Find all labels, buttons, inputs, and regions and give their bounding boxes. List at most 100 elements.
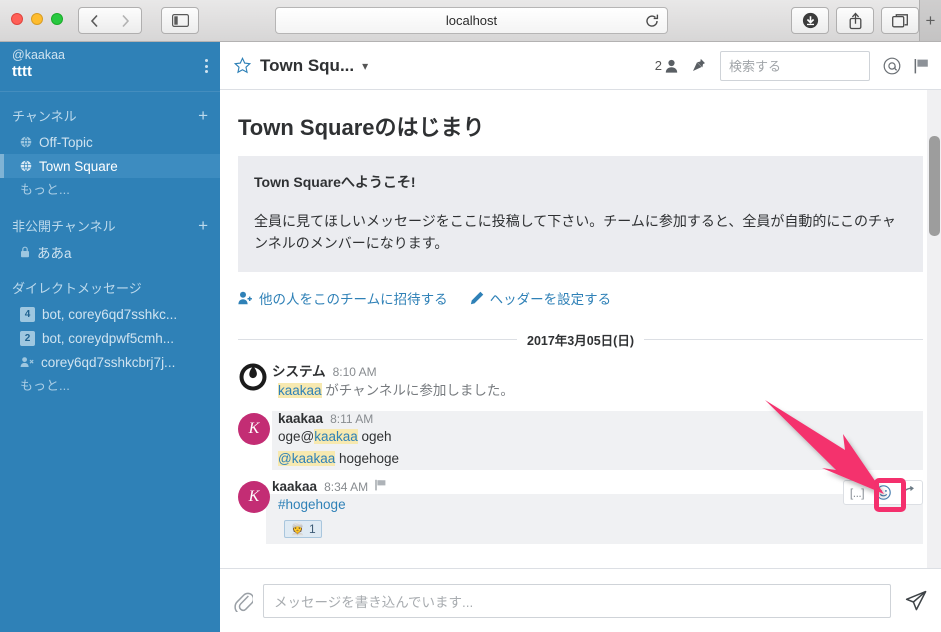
post-message: @kaakaa hogehoge — [272, 448, 923, 470]
minimize-window-button[interactable] — [31, 13, 43, 25]
post-message: #hogehoge — [266, 494, 923, 516]
at-mention-icon[interactable] — [883, 57, 901, 75]
channel-header: Town Squ... ▾ 2 検索する — [220, 42, 941, 90]
set-header-link[interactable]: ヘッダーを設定する — [470, 288, 612, 308]
sidebar-item-dm-3[interactable]: corey6qd7sshkcbrj7j... — [0, 350, 220, 374]
new-tab-button[interactable]: + — [919, 0, 941, 41]
forward-arrow-icon — [121, 14, 129, 27]
sidebar-item-label: Off-Topic — [39, 134, 93, 150]
back-button[interactable] — [78, 7, 110, 34]
forward-button[interactable] — [109, 7, 142, 34]
post-message-text: ogeh — [357, 429, 392, 444]
sidebar-more-channels[interactable]: もっと... — [0, 178, 220, 202]
sidebar-section-title: 非公開チャンネル — [12, 218, 116, 234]
channel-intro-body: 全員に見てほしいメッセージをここに投稿して下さい。チームに参加すると、全員が自動… — [254, 213, 896, 251]
channel-intro-actions: 他の人をこのチームに招待する ヘッダーを設定する — [238, 288, 923, 322]
mention-token[interactable]: kaakaa — [278, 383, 322, 398]
sidebar-item-dm-2[interactable]: 2 bot, coreydpwf5cmh... — [0, 326, 220, 350]
tab-overview-button[interactable] — [881, 7, 919, 34]
add-channel-button[interactable]: + — [198, 107, 208, 124]
maximize-window-button[interactable] — [51, 13, 63, 25]
channel-intro-welcome: Town Squareへようこそ! — [254, 174, 416, 190]
dm-offline-icon — [20, 357, 34, 367]
sidebar-team-name: tttt — [12, 63, 32, 80]
share-button[interactable] — [836, 7, 874, 34]
more-actions-button[interactable]: [...] — [844, 481, 870, 504]
main-panel: Town Squ... ▾ 2 検索する Town Squareのはじまり To… — [220, 42, 941, 632]
downloads-button[interactable] — [791, 7, 829, 34]
sidebar-section-channels: チャンネル + — [0, 100, 220, 130]
post-body: システム 8:10 AM kaakaa がチャンネルに参加しました。 — [272, 360, 923, 402]
post-author: システム — [272, 364, 326, 379]
chevron-down-icon[interactable]: ▾ — [362, 59, 368, 73]
member-count: 2 — [654, 58, 662, 73]
post-timestamp: 8:11 AM — [330, 412, 374, 426]
pencil-icon — [470, 291, 483, 305]
send-icon[interactable] — [905, 590, 927, 612]
post-header: kaakaa 8:34 AM — [272, 479, 923, 494]
channel-title[interactable]: Town Squ... — [260, 56, 354, 76]
browser-chrome: localhost + — [0, 0, 941, 42]
channel-intro: Town Squareのはじまり Town Squareへようこそ! 全員に見て… — [220, 90, 941, 322]
post-header: システム 8:10 AM — [272, 360, 923, 380]
team-header[interactable]: @kaakaa tttt — [0, 42, 220, 92]
divider-line — [644, 339, 923, 340]
post-reactions: 👳 1 — [266, 516, 923, 544]
reaction-emoji: 👳 — [290, 522, 305, 536]
mention-token[interactable]: kaakaa — [314, 429, 358, 444]
globe-icon — [20, 136, 32, 148]
highlight-box — [874, 478, 906, 512]
avatar — [238, 360, 272, 402]
reaction-count: 1 — [308, 522, 316, 536]
post-body: kaakaa 8:11 AM oge@kaakaa ogeh @kaakaa h… — [272, 411, 923, 470]
add-private-channel-button[interactable]: + — [198, 217, 208, 234]
flag-icon[interactable] — [375, 479, 386, 491]
add-user-icon — [238, 291, 252, 305]
message-compose-bar: メッセージを書き込んでいます... — [220, 568, 941, 632]
sidebar-item-label: corey6qd7sshkcbrj7j... — [41, 354, 176, 370]
sidebar-user-handle: @kaakaa — [12, 48, 65, 62]
search-input[interactable]: 検索する — [720, 50, 870, 81]
post-list[interactable]: Town Squareのはじまり Town Squareへようこそ! 全員に見て… — [220, 90, 941, 590]
kebab-menu-icon[interactable] — [205, 59, 208, 73]
post-message: kaakaa がチャンネルに参加しました。 — [272, 380, 923, 402]
avatar-initial: K — [238, 481, 270, 513]
set-header-label: ヘッダーを設定する — [489, 292, 612, 307]
post-row-system: システム 8:10 AM kaakaa がチャンネルに参加しました。 — [220, 355, 941, 406]
search-placeholder: 検索する — [729, 59, 782, 74]
message-input[interactable]: メッセージを書き込んでいます... — [263, 583, 891, 618]
channel-intro-title: Town Squareのはじまり — [238, 115, 485, 140]
reaction-chip[interactable]: 👳 1 — [284, 520, 322, 538]
pin-icon[interactable] — [692, 58, 706, 74]
date-separator: 2017年3月05日(日) — [238, 322, 923, 349]
avatar-initial: K — [238, 413, 270, 445]
sidebar-item-off-topic[interactable]: Off-Topic — [0, 130, 220, 154]
post-list-scrollbar-thumb[interactable] — [929, 136, 940, 236]
flag-icon[interactable] — [914, 58, 929, 74]
sidebar-item-label: Town Square — [39, 158, 118, 174]
star-icon[interactable] — [234, 57, 251, 74]
member-icon[interactable] — [665, 59, 678, 73]
close-window-button[interactable] — [11, 13, 23, 25]
sidebar-more-dms[interactable]: もっと... — [0, 374, 220, 398]
mention-token[interactable]: @kaakaa — [278, 451, 336, 466]
channel-intro-box: Town Squareへようこそ! 全員に見てほしいメッセージをここに投稿して下… — [238, 156, 923, 272]
mattermost-logo-icon — [239, 363, 267, 391]
post-message-text: hogehoge — [335, 451, 400, 466]
post-list-scrollbar-track[interactable] — [927, 90, 941, 590]
sidebar-toggle-button[interactable] — [161, 7, 199, 34]
post-author: kaakaa — [272, 479, 318, 494]
sidebar-item-dm-1[interactable]: 4 bot, corey6qd7sshkc... — [0, 302, 220, 326]
unread-badge: 4 — [20, 306, 35, 322]
paperclip-icon[interactable] — [234, 590, 253, 612]
sidebar-item-town-square[interactable]: Town Square — [0, 154, 220, 178]
message-input-placeholder: メッセージを書き込んでいます... — [274, 594, 474, 610]
sidebar-item-private-aaa[interactable]: ああа — [0, 240, 220, 264]
lock-icon — [21, 246, 29, 258]
post-author: kaakaa — [278, 411, 324, 426]
hashtag-token[interactable]: #hogehoge — [278, 497, 346, 512]
mattermost-app: @kaakaa tttt チャンネル + Off-Topic Town Squa… — [0, 42, 941, 632]
reload-icon[interactable] — [644, 13, 660, 29]
invite-people-link[interactable]: 他の人をこのチームに招待する — [238, 288, 448, 308]
address-bar[interactable]: localhost — [275, 7, 668, 34]
